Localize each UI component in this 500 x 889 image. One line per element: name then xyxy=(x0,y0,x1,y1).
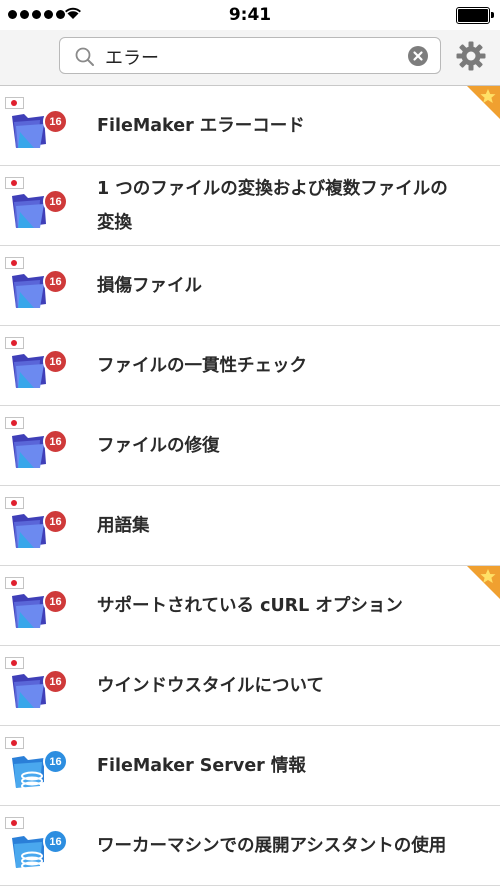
status-time: 9:41 xyxy=(228,5,272,25)
results-list: 16 FileMaker エラーコード 16 1 つのファイルの変換および複数ファイル… xyxy=(0,86,500,886)
gear-icon[interactable] xyxy=(455,40,487,72)
list-item-title: FileMaker Server 情報 xyxy=(97,755,306,776)
list-item-title: ワーカーマシンでの展開アシスタントの使用 xyxy=(97,835,447,856)
list-item[interactable]: 16 ファイルの一貫性チェック xyxy=(0,326,500,406)
list-item[interactable]: 16 損傷ファイル xyxy=(0,246,500,326)
list-item[interactable]: 16 ウインドウスタイルについて xyxy=(0,646,500,726)
list-item[interactable]: 16 FileMaker Server 情報 xyxy=(0,726,500,806)
star-icon xyxy=(467,566,500,603)
version-badge: 16 xyxy=(43,829,68,854)
list-item-title: ウインドウスタイルについて xyxy=(97,675,324,696)
version-badge: 16 xyxy=(43,669,68,694)
search-bar: エラー xyxy=(0,30,500,86)
battery-icon xyxy=(456,7,494,24)
list-item-title: 用語集 xyxy=(97,515,150,536)
version-badge: 16 xyxy=(43,509,68,534)
list-item[interactable]: 16 FileMaker エラーコード xyxy=(0,86,500,166)
list-item[interactable]: 16 ファイルの修復 xyxy=(0,406,500,486)
status-bar: 9:41 xyxy=(0,0,500,30)
list-item-title: ファイルの修復 xyxy=(97,435,220,456)
list-item-title: ファイルの一貫性チェック xyxy=(97,355,307,376)
version-badge: 16 xyxy=(43,589,68,614)
version-badge: 16 xyxy=(43,749,68,774)
clear-icon[interactable] xyxy=(408,46,428,66)
list-item-title: 1 つのファイルの変換および複数ファイルの変換 xyxy=(97,178,448,233)
search-input[interactable]: エラー xyxy=(59,37,441,74)
version-badge: 16 xyxy=(43,189,68,214)
list-item[interactable]: 16 サポートされている cURL オプション xyxy=(0,566,500,646)
list-item[interactable]: 16 1 つのファイルの変換および複数ファイルの変換 xyxy=(0,166,500,246)
list-item[interactable]: 16 ワーカーマシンでの展開アシスタントの使用 xyxy=(0,806,500,886)
search-query: エラー xyxy=(105,48,159,69)
version-badge: 16 xyxy=(43,349,68,374)
list-item-title: FileMaker エラーコード xyxy=(97,115,305,136)
version-badge: 16 xyxy=(43,269,68,294)
list-item-title: サポートされている cURL オプション xyxy=(97,595,403,616)
star-icon xyxy=(467,86,500,123)
search-icon xyxy=(75,47,94,66)
version-badge: 16 xyxy=(43,109,68,134)
version-badge: 16 xyxy=(43,429,68,454)
list-item[interactable]: 16 用語集 xyxy=(0,486,500,566)
list-item-title: 損傷ファイル xyxy=(97,275,202,296)
